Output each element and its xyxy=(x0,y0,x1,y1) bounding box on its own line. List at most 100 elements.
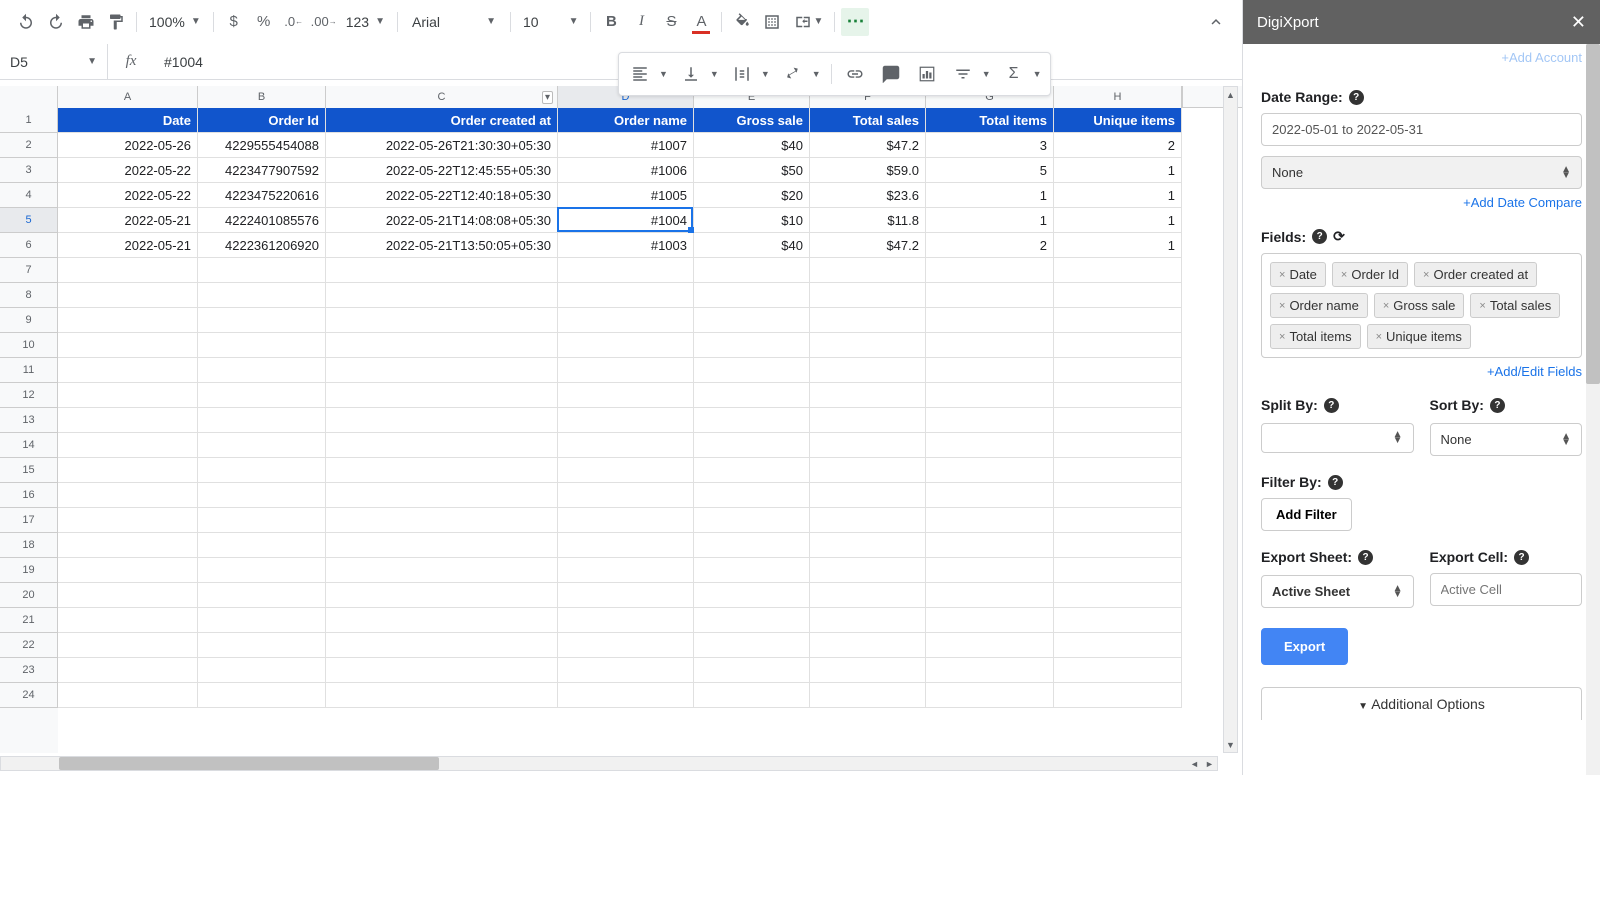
percent-button[interactable]: % xyxy=(250,8,278,36)
empty-cell[interactable] xyxy=(694,308,810,333)
empty-cell[interactable] xyxy=(926,608,1054,633)
empty-cell[interactable] xyxy=(810,433,926,458)
empty-cell[interactable] xyxy=(926,308,1054,333)
data-cell[interactable]: #1004 xyxy=(558,208,694,233)
field-chip[interactable]: ×Gross sale xyxy=(1374,293,1465,318)
header-cell[interactable]: Order name xyxy=(558,108,694,133)
field-chip[interactable]: ×Total items xyxy=(1270,324,1361,349)
functions-button[interactable]: Σ xyxy=(997,57,1031,91)
sheet-nav-left-icon[interactable]: ◄ xyxy=(1187,757,1202,770)
empty-cell[interactable] xyxy=(326,683,558,708)
empty-cell[interactable] xyxy=(558,258,694,283)
filter-dropdown-icon[interactable]: ▾ xyxy=(542,91,553,104)
empty-cell[interactable] xyxy=(58,358,198,383)
empty-cell[interactable] xyxy=(198,433,326,458)
field-chip[interactable]: ×Order name xyxy=(1270,293,1368,318)
data-cell[interactable]: 2022-05-21T13:50:05+05:30 xyxy=(326,233,558,258)
empty-cell[interactable] xyxy=(58,333,198,358)
help-icon[interactable]: ? xyxy=(1349,90,1364,105)
empty-cell[interactable] xyxy=(58,608,198,633)
empty-cell[interactable] xyxy=(326,608,558,633)
empty-cell[interactable] xyxy=(810,308,926,333)
empty-cell[interactable] xyxy=(58,583,198,608)
zoom-select[interactable]: 100%▼ xyxy=(143,10,207,34)
export-button[interactable]: Export xyxy=(1261,628,1348,665)
empty-cell[interactable] xyxy=(198,483,326,508)
empty-cell[interactable] xyxy=(326,308,558,333)
empty-cell[interactable] xyxy=(694,533,810,558)
data-cell[interactable]: 4229555454088 xyxy=(198,133,326,158)
empty-cell[interactable] xyxy=(1054,533,1182,558)
collapse-toolbar-button[interactable] xyxy=(1202,8,1230,36)
name-box[interactable]: D5▼ xyxy=(0,44,108,79)
data-cell[interactable]: 1 xyxy=(1054,208,1182,233)
data-cell[interactable]: $47.2 xyxy=(810,233,926,258)
empty-cell[interactable] xyxy=(810,358,926,383)
remove-chip-icon[interactable]: × xyxy=(1423,269,1429,281)
merge-button[interactable]: ▼ xyxy=(788,8,828,36)
row-header[interactable]: 12 xyxy=(0,383,58,408)
empty-cell[interactable] xyxy=(558,383,694,408)
add-filter-button[interactable]: Add Filter xyxy=(1261,498,1352,531)
empty-cell[interactable] xyxy=(694,408,810,433)
data-cell[interactable]: 4222361206920 xyxy=(198,233,326,258)
empty-cell[interactable] xyxy=(694,558,810,583)
empty-cell[interactable] xyxy=(58,458,198,483)
row-header[interactable]: 10 xyxy=(0,333,58,358)
empty-cell[interactable] xyxy=(694,358,810,383)
v-align-button[interactable] xyxy=(674,57,708,91)
empty-cell[interactable] xyxy=(1054,683,1182,708)
data-cell[interactable]: 2022-05-21T14:08:08+05:30 xyxy=(326,208,558,233)
data-cell[interactable]: $11.8 xyxy=(810,208,926,233)
row-header[interactable]: 17 xyxy=(0,508,58,533)
empty-cell[interactable] xyxy=(810,608,926,633)
empty-cell[interactable] xyxy=(926,533,1054,558)
data-cell[interactable]: 1 xyxy=(1054,158,1182,183)
empty-cell[interactable] xyxy=(198,333,326,358)
italic-button[interactable]: I xyxy=(627,8,655,36)
empty-cell[interactable] xyxy=(694,458,810,483)
empty-cell[interactable] xyxy=(810,383,926,408)
empty-cell[interactable] xyxy=(198,283,326,308)
rotate-button[interactable] xyxy=(776,57,810,91)
row-header[interactable]: 14 xyxy=(0,433,58,458)
borders-button[interactable] xyxy=(758,8,786,36)
fields-box[interactable]: ×Date×Order Id×Order created at×Order na… xyxy=(1261,253,1582,358)
empty-cell[interactable] xyxy=(326,408,558,433)
comment-button[interactable] xyxy=(874,57,908,91)
font-size-select[interactable]: 10▼ xyxy=(517,10,584,34)
data-cell[interactable]: $47.2 xyxy=(810,133,926,158)
empty-cell[interactable] xyxy=(810,683,926,708)
column-header[interactable]: B xyxy=(198,86,326,108)
redo-button[interactable] xyxy=(42,8,70,36)
data-cell[interactable]: 1 xyxy=(926,183,1054,208)
empty-cell[interactable] xyxy=(926,558,1054,583)
empty-cell[interactable] xyxy=(1054,308,1182,333)
data-cell[interactable]: #1006 xyxy=(558,158,694,183)
row-header[interactable]: 11 xyxy=(0,358,58,383)
empty-cell[interactable] xyxy=(810,508,926,533)
empty-cell[interactable] xyxy=(926,633,1054,658)
empty-cell[interactable] xyxy=(810,458,926,483)
row-header[interactable]: 16 xyxy=(0,483,58,508)
empty-cell[interactable] xyxy=(926,258,1054,283)
empty-cell[interactable] xyxy=(810,483,926,508)
empty-cell[interactable] xyxy=(926,483,1054,508)
empty-cell[interactable] xyxy=(694,433,810,458)
empty-cell[interactable] xyxy=(58,533,198,558)
empty-cell[interactable] xyxy=(558,658,694,683)
empty-cell[interactable] xyxy=(1054,508,1182,533)
field-chip[interactable]: ×Unique items xyxy=(1367,324,1471,349)
empty-cell[interactable] xyxy=(694,258,810,283)
empty-cell[interactable] xyxy=(198,558,326,583)
row-header[interactable]: 1 xyxy=(0,108,58,133)
empty-cell[interactable] xyxy=(558,633,694,658)
sort-by-select[interactable]: None ▲▼ xyxy=(1430,423,1583,456)
row-header[interactable]: 3 xyxy=(0,158,58,183)
field-chip[interactable]: ×Order created at xyxy=(1414,262,1537,287)
data-cell[interactable]: 3 xyxy=(926,133,1054,158)
empty-cell[interactable] xyxy=(1054,633,1182,658)
empty-cell[interactable] xyxy=(694,583,810,608)
empty-cell[interactable] xyxy=(58,683,198,708)
remove-chip-icon[interactable]: × xyxy=(1479,300,1485,312)
